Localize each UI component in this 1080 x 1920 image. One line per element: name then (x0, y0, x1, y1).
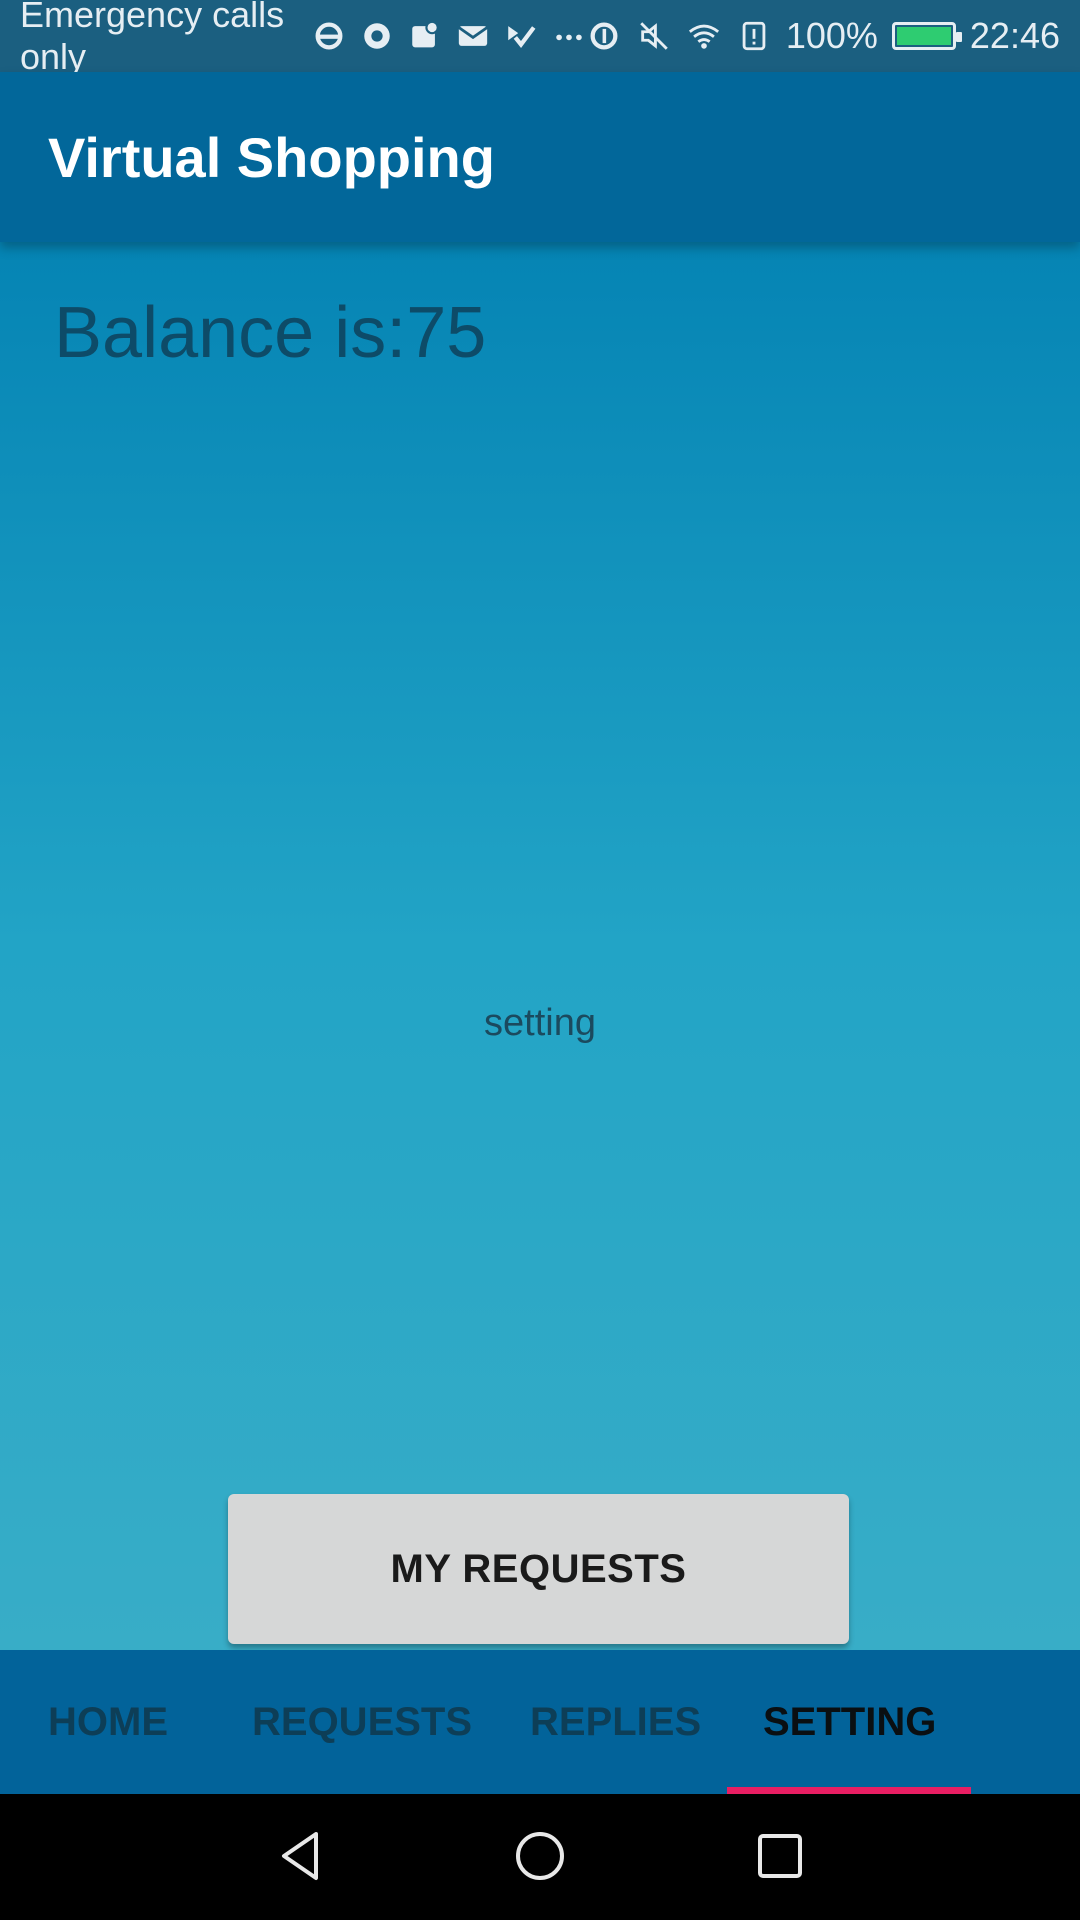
gmail-icon (456, 18, 490, 54)
tab-requests[interactable]: REQUESTS (252, 1650, 472, 1794)
home-icon[interactable] (508, 1824, 572, 1888)
system-nav-bar (0, 1794, 1080, 1920)
page-label: setting (484, 1002, 596, 1044)
app-title: Virtual Shopping (48, 125, 495, 189)
tab-setting[interactable]: SETTING (763, 1650, 936, 1794)
maps-icon (408, 18, 442, 54)
more-icon (552, 18, 586, 54)
status-left: Emergency calls only (20, 0, 586, 78)
app-bar: Virtual Shopping (0, 72, 1080, 242)
chrome-icon (360, 18, 394, 54)
wifi-icon (686, 18, 722, 54)
main-content: Balance is:75 setting MY REQUESTS (0, 242, 1080, 1650)
mute-icon (636, 18, 672, 54)
tab-indicator (727, 1787, 971, 1794)
tab-replies[interactable]: REPLIES (530, 1650, 701, 1794)
tab-home[interactable]: HOME (48, 1650, 168, 1794)
clock: 22:46 (969, 15, 1060, 56)
ie-icon (312, 18, 346, 54)
back-icon[interactable] (268, 1824, 332, 1888)
alert-icon (736, 18, 772, 54)
battery-icon (891, 22, 962, 50)
carrier-text: Emergency calls only (20, 0, 285, 77)
status-right: 100% 22:46 (586, 15, 1060, 57)
battery-percent: 100% (785, 15, 878, 56)
battery-fill (896, 27, 951, 45)
recents-icon[interactable] (748, 1824, 812, 1888)
data-saver-icon (586, 18, 622, 54)
status-bar: Emergency calls only 100% 22:46 (0, 0, 1080, 77)
tab-bar: HOME REQUESTS REPLIES SETTING (0, 1650, 1080, 1794)
balance-text: Balance is:75 (54, 293, 487, 373)
my-requests-button[interactable]: MY REQUESTS (228, 1494, 849, 1644)
check-icon (504, 18, 538, 54)
